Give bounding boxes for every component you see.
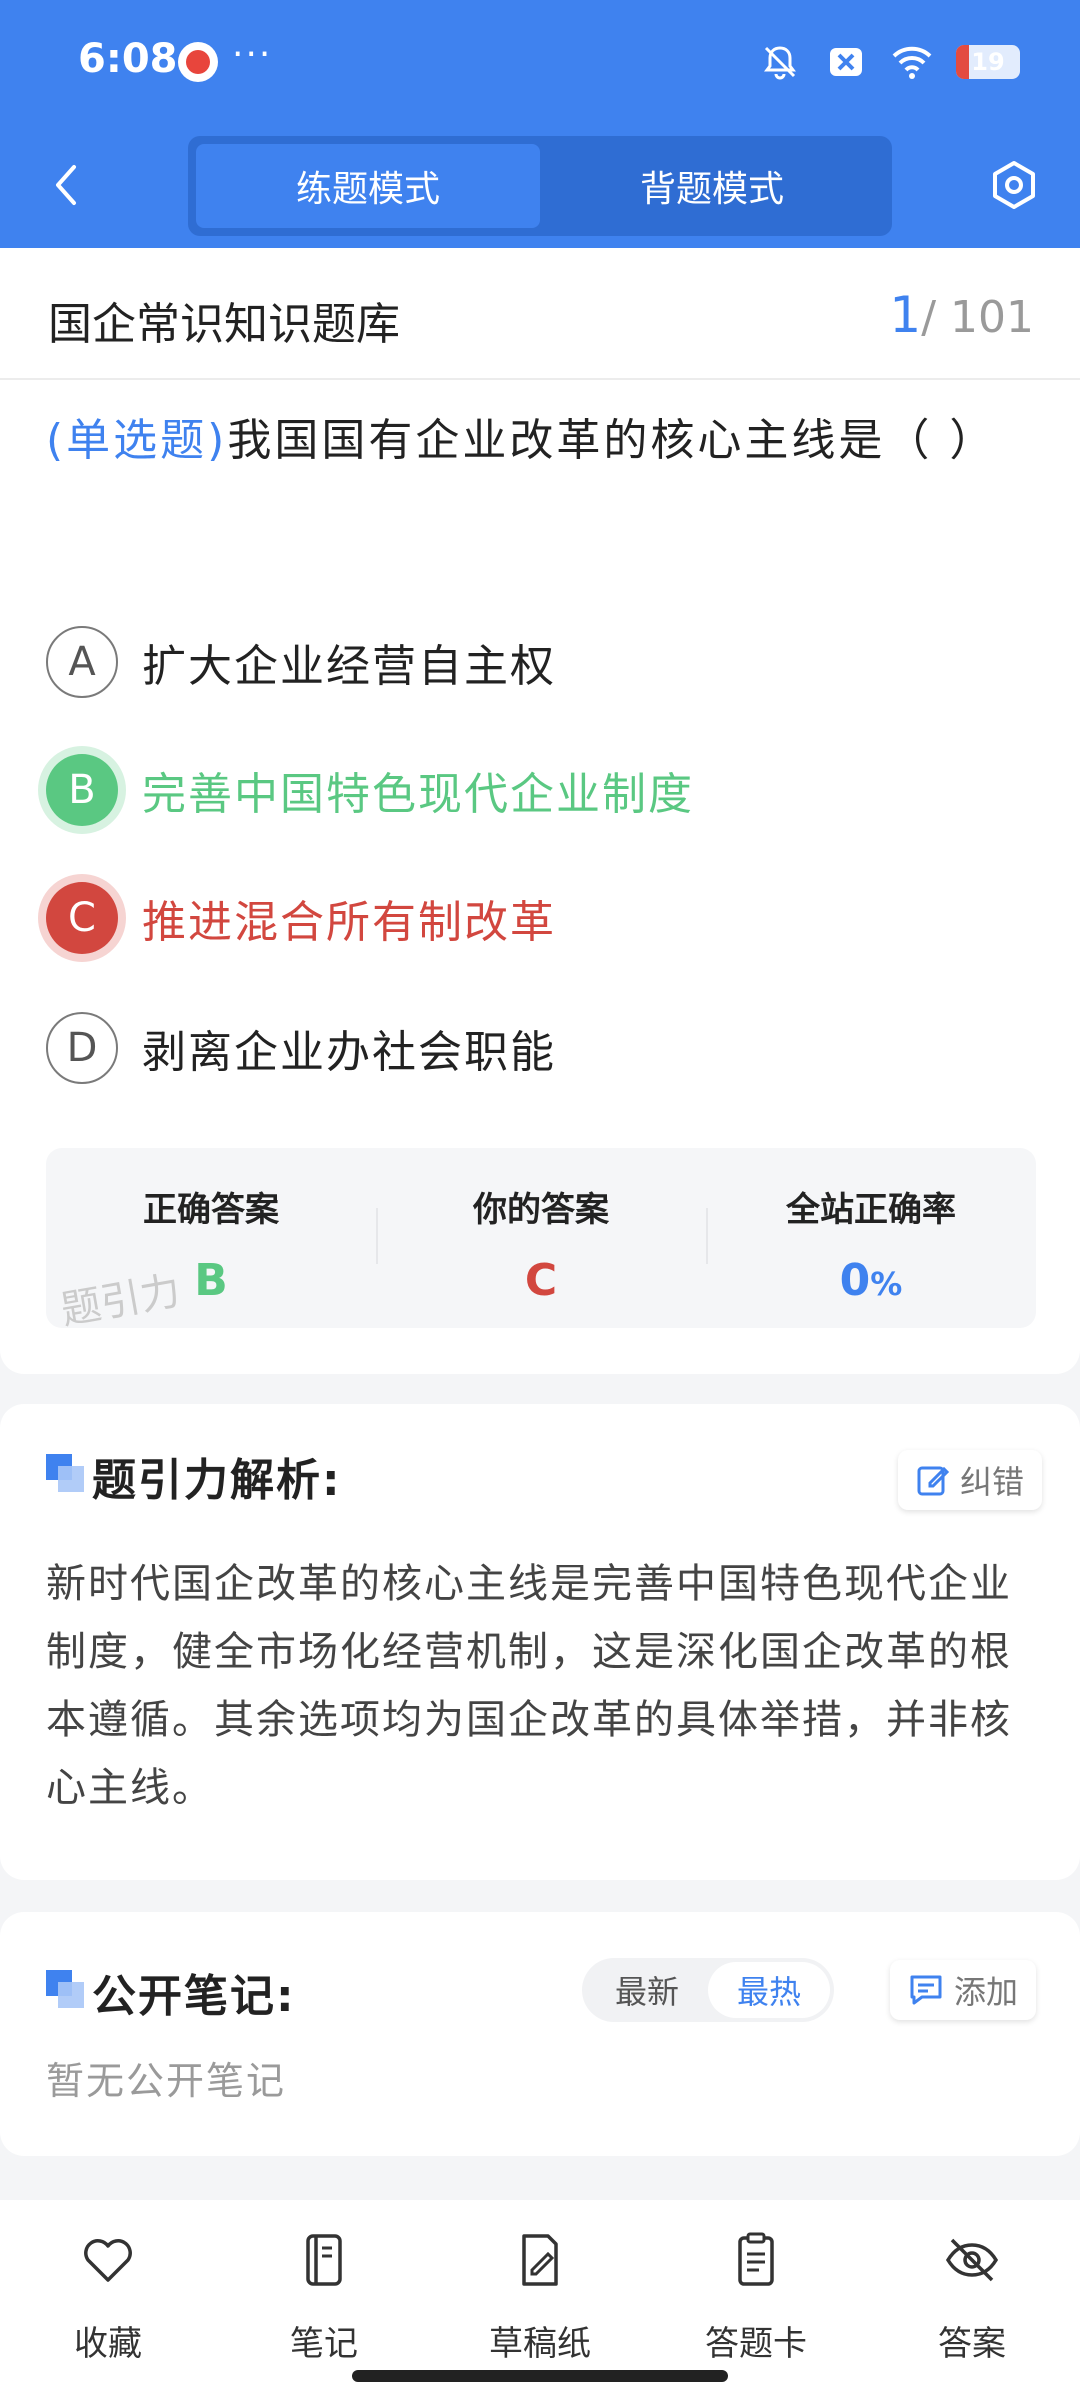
correct-answer-label: 正确答案 — [143, 1190, 279, 1230]
option-text: 剥离企业办社会职能 — [142, 1027, 556, 1078]
hexagon-settings-icon — [993, 161, 1035, 209]
nav-favorite[interactable]: 收藏 — [0, 2200, 216, 2400]
settings-button[interactable] — [984, 150, 1044, 220]
report-error-button[interactable]: 纠错 — [898, 1450, 1043, 1510]
eye-hidden-icon — [945, 2238, 999, 2282]
home-indicator[interactable] — [352, 2370, 728, 2382]
answer-summary: 正确答案 B 题引力 你的答案 C 全站正确率 0% — [46, 1148, 1036, 1328]
option-c[interactable]: C 推进混合所有制改革 — [46, 878, 1036, 958]
heart-icon — [84, 2239, 132, 2282]
public-notes-card: 公开笔记: 最新 最热 添加 暂无公开笔记 — [0, 1912, 1080, 2156]
accuracy-label: 全站正确率 — [786, 1190, 956, 1230]
notebook-icon — [306, 2234, 342, 2286]
battery-icon: 19 — [956, 45, 1020, 79]
nav-notes-label: 笔记 — [290, 2324, 358, 2364]
nav-favorite-label: 收藏 — [74, 2324, 142, 2364]
draft-paper-icon — [522, 2234, 558, 2286]
chevron-left-icon — [56, 165, 76, 205]
option-text: 完善中国特色现代企业制度 — [142, 769, 694, 820]
analysis-card: 题引力解析: 纠错 新时代国企改革的核心主线是完善中国特色现代企业制度，健全市场… — [0, 1404, 1080, 1880]
question-bank-row: 国企常识知识题库 1/ 101 — [0, 248, 1080, 380]
tab-practice-mode[interactable]: 练题模式 — [196, 144, 540, 228]
notes-title: 公开笔记: — [92, 1971, 296, 2022]
question-type: (单选题) — [46, 415, 228, 466]
your-answer-col: 你的答案 C — [376, 1148, 706, 1328]
section-mark-icon — [46, 1970, 84, 2008]
more-notifications-icon: ··· — [232, 34, 273, 75]
notes-sort-toggle: 最新 最热 — [582, 1958, 834, 2022]
report-error-label: 纠错 — [960, 1463, 1025, 1501]
progress-current: 1 — [889, 286, 922, 344]
sort-latest-tab[interactable]: 最新 — [586, 1962, 708, 2018]
status-icons: 19 — [758, 38, 1020, 86]
answer-card-icon — [738, 2232, 774, 2286]
analysis-body: 新时代国企改革的核心主线是完善中国特色现代企业制度，健全市场化经营机制，这是深化… — [46, 1561, 1012, 1811]
section-mark-icon — [46, 1454, 84, 1492]
nav-draft-label: 草稿纸 — [489, 2324, 591, 2364]
sort-hottest-tab[interactable]: 最热 — [708, 1962, 830, 2018]
question-stem: (单选题)我国国有企业改革的核心主线是（ ） — [46, 400, 1036, 482]
nav-answer-card-label: 答题卡 — [705, 2324, 807, 2364]
question-bank-title: 国企常识知识题库 — [48, 299, 400, 350]
add-note-label: 添加 — [954, 1973, 1019, 2011]
option-letter: B — [46, 754, 118, 826]
option-a[interactable]: A 扩大企业经营自主权 — [46, 622, 1036, 702]
mode-switch: 练题模式 背题模式 — [188, 136, 892, 236]
tab-memorize-mode[interactable]: 背题模式 — [540, 144, 884, 228]
accuracy-number: 0 — [839, 1255, 871, 1306]
bell-muted-icon — [758, 40, 802, 84]
option-b[interactable]: B 完善中国特色现代企业制度 — [46, 750, 1036, 830]
wifi-icon — [890, 40, 934, 84]
back-button[interactable] — [40, 155, 90, 215]
close-box-icon — [824, 40, 868, 84]
edit-icon — [917, 1466, 950, 1496]
comment-icon — [910, 1975, 942, 2005]
accuracy-unit: % — [870, 1265, 903, 1303]
accuracy-value: 0% — [706, 1255, 1036, 1306]
app-icon — [178, 42, 218, 82]
option-text: 推进混合所有制改革 — [142, 897, 556, 948]
your-answer-value: C — [524, 1255, 558, 1306]
option-text: 扩大企业经营自主权 — [142, 641, 556, 692]
correct-answer-col: 正确答案 B 题引力 — [46, 1148, 376, 1328]
progress-total: / 101 — [921, 292, 1034, 343]
option-letter: D — [46, 1012, 118, 1084]
option-letter: C — [46, 882, 118, 954]
battery-level: 19 — [971, 48, 1005, 76]
nav-answer-label: 答案 — [938, 2324, 1006, 2364]
accuracy-col: 全站正确率 0% — [706, 1148, 1036, 1328]
option-letter: A — [46, 626, 118, 698]
status-time: 6:08 — [78, 36, 178, 82]
option-d[interactable]: D 剥离企业办社会职能 — [46, 1008, 1036, 1088]
nav-answer[interactable]: 答案 — [864, 2200, 1080, 2400]
notes-empty-text: 暂无公开笔记 — [46, 2059, 287, 2103]
add-note-button[interactable]: 添加 — [890, 1960, 1037, 2020]
your-answer-label: 你的答案 — [473, 1190, 609, 1230]
status-bar: 6:08 ··· 19 — [0, 0, 1080, 120]
analysis-title: 题引力解析: — [92, 1455, 342, 1506]
app-header: 6:08 ··· 19 练题模式 背题模式 — [0, 0, 1080, 248]
question-progress: 1/ 101 — [889, 286, 1034, 344]
question-text: 我国国有企业改革的核心主线是（ ） — [227, 415, 997, 466]
question-card: 国企常识知识题库 1/ 101 (单选题)我国国有企业改革的核心主线是（ ） A… — [0, 248, 1080, 1374]
